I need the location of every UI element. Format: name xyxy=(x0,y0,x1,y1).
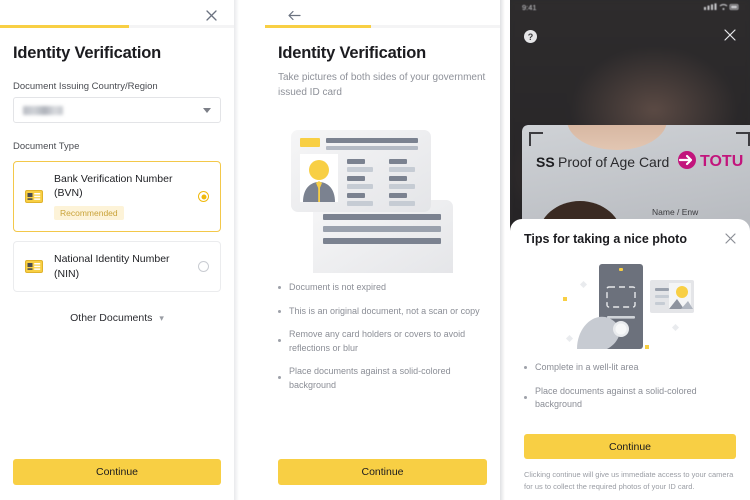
tips-header: Tips for taking a nice photo xyxy=(524,232,736,246)
bullet-icon xyxy=(524,366,527,369)
panel1-topbar xyxy=(0,0,234,28)
doc-type-text-nin: National Identity Number (NIN) xyxy=(54,252,198,280)
list-item-text: Document is not expired xyxy=(289,282,387,292)
id-card-icon xyxy=(25,190,43,204)
id-cards-illustration xyxy=(290,130,453,273)
progress-fill xyxy=(0,25,129,28)
list-item-text: This is an original document, not a scan… xyxy=(289,305,480,316)
doc-type-name: National Identity Number (NIN) xyxy=(54,253,170,280)
requirements-list: Document is not expired This is an origi… xyxy=(278,281,487,392)
progress-bar xyxy=(265,25,500,28)
close-icon[interactable] xyxy=(725,232,736,246)
progress-bar xyxy=(0,25,234,28)
list-item-text: Remove any card holders or covers to avo… xyxy=(289,329,466,353)
progress-fill xyxy=(265,25,371,28)
page-subtitle: Take pictures of both sides of your gove… xyxy=(278,72,486,98)
camera-frame-corner xyxy=(529,132,543,146)
chevron-down-icon: ▾ xyxy=(159,312,164,323)
close-icon[interactable] xyxy=(202,6,220,24)
status-bar: 9:41 xyxy=(510,0,750,14)
bullet-icon xyxy=(524,395,527,399)
list-item: Remove any card holders or covers to avo… xyxy=(278,328,487,355)
page-title: Identity Verification xyxy=(278,44,426,62)
doc-type-option-bvn[interactable]: Bank Verification Number (BVN) Recommend… xyxy=(13,161,221,233)
svg-text:Proof of Age Card: Proof of Age Card xyxy=(558,154,669,170)
page-title: Identity Verification xyxy=(13,44,161,62)
list-item: Complete in a well-lit area xyxy=(524,361,736,375)
radio-button-nin[interactable] xyxy=(198,261,209,273)
radio-button-bvn[interactable] xyxy=(198,191,209,203)
document-type-label: Document Type xyxy=(13,141,80,152)
bullet-icon xyxy=(278,286,281,289)
panel-divider-1 xyxy=(234,0,265,500)
phone-camera-illustration xyxy=(563,264,694,349)
svg-text:TOTU: TOTU xyxy=(700,153,743,170)
panel-take-pictures: Identity Verification Take pictures of b… xyxy=(265,0,500,500)
panel2-topbar xyxy=(265,0,500,28)
country-selected-value-redacted xyxy=(23,105,63,115)
country-field-label: Document Issuing Country/Region xyxy=(13,81,158,92)
other-documents-toggle[interactable]: Other Documents ▾ xyxy=(13,312,221,324)
other-documents-label: Other Documents xyxy=(70,311,153,324)
arrow-left-icon[interactable] xyxy=(285,6,303,24)
camera-access-disclaimer: Clicking continue will give us immediate… xyxy=(524,470,734,491)
camera-frame-corner xyxy=(736,132,750,146)
doc-type-text-bvn: Bank Verification Number (BVN) Recommend… xyxy=(54,172,198,221)
continue-button[interactable]: Continue xyxy=(278,459,487,485)
list-item-text: Place documents against a solid-colored … xyxy=(289,366,451,390)
status-bar-time: 9:41 xyxy=(522,3,537,12)
panel-document-type: Identity Verification Document Issuing C… xyxy=(0,0,234,500)
bullet-icon xyxy=(278,376,281,379)
svg-text:SS: SS xyxy=(536,154,555,170)
doc-type-option-nin[interactable]: National Identity Number (NIN) xyxy=(13,241,221,292)
doc-type-name: Bank Verification Number (BVN) xyxy=(54,173,173,200)
tips-bottom-sheet: Tips for taking a nice photo Complete in… xyxy=(510,219,750,500)
list-item-text: Place documents against a solid-colored … xyxy=(535,385,697,410)
svg-text:Name / Enw: Name / Enw xyxy=(652,207,699,217)
panel-camera-tips: 9:41 ? SS Proof of Age Card TOTU Name / … xyxy=(510,0,750,500)
list-item: This is an original document, not a scan… xyxy=(278,305,487,319)
list-item-text: Complete in a well-lit area xyxy=(535,362,639,372)
list-item: Place documents against a solid-colored … xyxy=(278,365,487,392)
camera-toolbar: ? xyxy=(510,29,750,50)
question-mark-icon[interactable]: ? xyxy=(524,30,537,43)
tips-title: Tips for taking a nice photo xyxy=(524,232,687,246)
bullet-icon xyxy=(278,339,281,342)
panel-divider-2 xyxy=(500,0,510,500)
continue-button[interactable]: Continue xyxy=(13,459,221,485)
country-select[interactable] xyxy=(13,97,221,123)
bullet-icon xyxy=(278,309,281,313)
list-item: Document is not expired xyxy=(278,281,487,295)
continue-button[interactable]: Continue xyxy=(524,434,736,459)
status-bar-indicators xyxy=(704,3,740,13)
close-icon[interactable] xyxy=(724,29,736,43)
tips-list: Complete in a well-lit area Place docume… xyxy=(524,361,736,412)
list-item: Place documents against a solid-colored … xyxy=(524,385,736,412)
screenshot-root: Identity Verification Document Issuing C… xyxy=(0,0,750,500)
id-card-icon xyxy=(25,260,43,274)
recommended-badge: Recommended xyxy=(54,206,124,221)
chevron-down-icon xyxy=(203,107,211,113)
